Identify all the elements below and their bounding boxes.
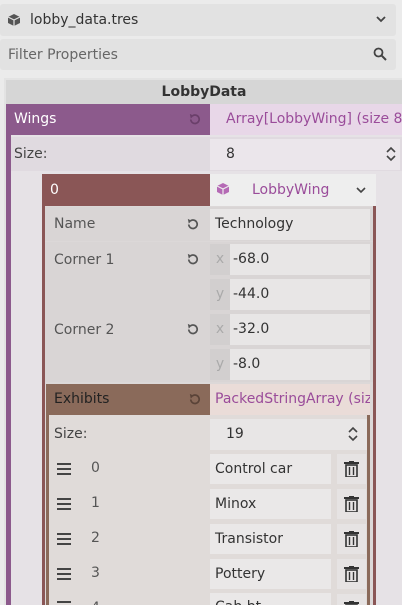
delete-button[interactable] [337,559,366,589]
element-type-picker[interactable]: LobbyWing [210,174,376,206]
revert-icon[interactable] [185,322,200,337]
list-item: 2 Transistor [49,523,367,556]
drag-handle-icon[interactable] [57,568,71,580]
exhibits-size-value: 19 [226,426,244,442]
revert-icon[interactable] [185,252,200,267]
corner1-x-field[interactable]: -68.0 [230,244,370,275]
exhibits-array-value[interactable]: PackedStringArray (siz [210,384,370,415]
corner2-y-field[interactable]: -8.0 [230,349,370,380]
spin-arrows-icon[interactable] [385,146,397,162]
trash-icon [344,601,359,605]
class-header: LobbyData [6,80,402,104]
drag-handle-icon[interactable] [57,533,71,545]
delete-button[interactable] [337,524,366,554]
item-index: 3 [91,565,100,581]
corner1-x-value: -68.0 [233,251,270,267]
wings-size-value: 8 [226,146,235,162]
x-axis-label: x [210,314,230,345]
element-0-header[interactable]: 0 [42,174,210,206]
cube-icon [7,14,21,26]
corner1-y-value: -44.0 [233,286,270,302]
cube-icon [216,183,230,195]
drag-handle-icon[interactable] [57,601,71,605]
exhibits-size-label: Size: [54,426,88,442]
item-index: 1 [91,495,100,511]
item-value-field[interactable]: Pottery [210,559,331,589]
exhibits-label: Exhibits [54,391,110,407]
list-item: 1 Minox [49,488,367,521]
element-type-label: LobbyWing [252,182,330,198]
corner2-label: Corner 2 [54,322,115,338]
item-value-field[interactable]: Control car [210,454,331,484]
item-value-field[interactable]: Cab bt [210,593,331,605]
resource-name: lobby_data.tres [30,12,139,28]
drag-handle-icon[interactable] [57,498,71,510]
item-index: 2 [91,530,100,546]
wings-size-spinbox[interactable]: 8 [210,139,400,170]
x-axis-label: x [210,244,230,275]
item-index: 0 [91,460,100,476]
name-value: Technology [215,216,294,232]
item-value-field[interactable]: Transistor [210,524,331,554]
corner1-label: Corner 1 [54,252,115,268]
element-bracket-right [373,206,376,605]
trash-icon [344,566,359,582]
search-icon [373,47,387,61]
list-item: 0 Control car [49,453,367,486]
trash-icon [344,461,359,477]
element-index: 0 [50,182,59,198]
filter-properties-input[interactable]: Filter Properties [0,39,396,70]
wings-size-label: Size: [14,146,48,162]
list-item: 4 Cab bt [49,593,367,605]
corner2-y-value: -8.0 [233,356,261,372]
chevron-down-icon[interactable] [374,12,388,26]
resource-picker[interactable]: lobby_data.tres [0,4,396,36]
name-field[interactable]: Technology [210,209,370,240]
list-item: 3 Pottery [49,558,367,591]
corner2-x-value: -32.0 [233,321,270,337]
item-value-field[interactable]: Minox [210,489,331,519]
exhibits-property-header[interactable]: Exhibits [46,384,210,415]
drag-handle-icon[interactable] [57,463,71,475]
delete-button[interactable] [337,454,366,484]
exhibits-size-spinbox[interactable]: 19 [210,419,367,450]
exhibits-bracket-right [367,415,370,605]
filter-placeholder: Filter Properties [8,46,118,63]
wings-label: Wings [14,111,57,127]
spin-arrows-icon[interactable] [347,426,359,442]
revert-icon[interactable] [185,217,200,232]
corner1-y-field[interactable]: -44.0 [230,279,370,310]
trash-icon [344,496,359,512]
wings-array-value[interactable]: Array[LobbyWing] (size 8) [210,104,402,135]
wings-property-header[interactable]: Wings [6,104,210,135]
y-axis-label: y [210,279,230,310]
name-label: Name [54,216,96,232]
y-axis-label: y [210,349,230,380]
corner2-x-field[interactable]: -32.0 [230,314,370,345]
revert-icon[interactable] [187,392,202,407]
delete-button[interactable] [337,489,366,519]
delete-button[interactable] [337,594,366,605]
trash-icon [344,531,359,547]
item-index: 4 [91,600,100,605]
revert-icon[interactable] [187,112,202,127]
chevron-down-icon[interactable] [355,184,367,196]
